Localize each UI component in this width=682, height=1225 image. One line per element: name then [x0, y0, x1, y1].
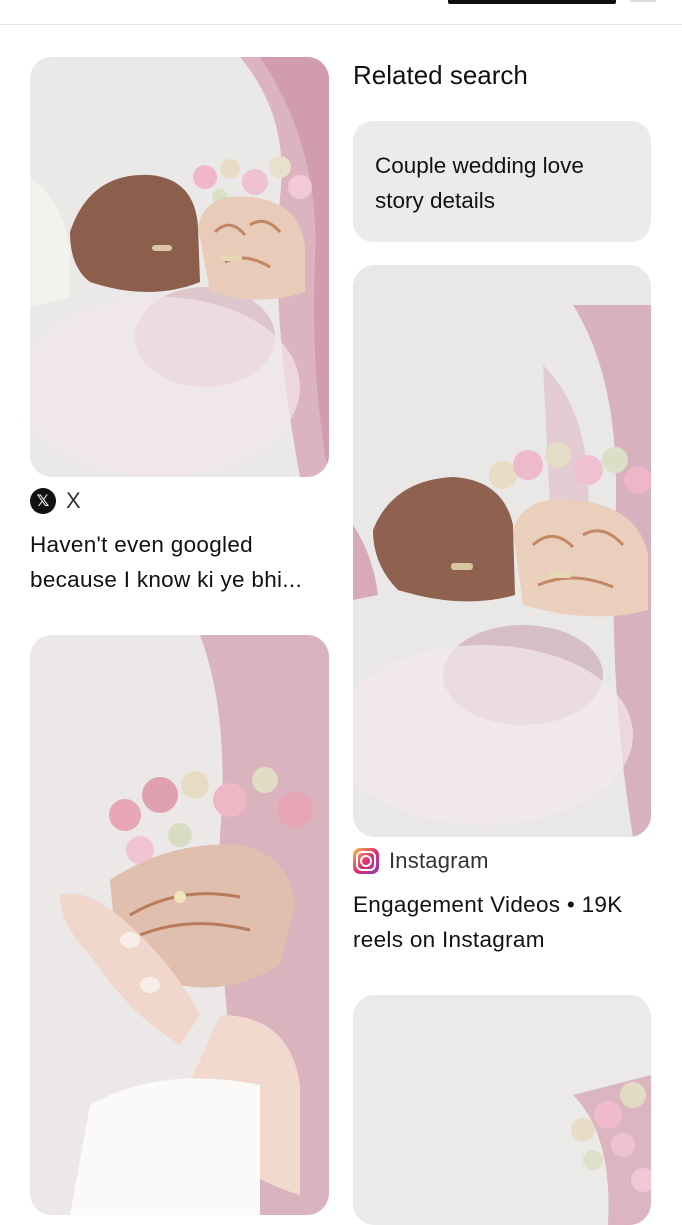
pin-source-instagram[interactable]: Instagram — [353, 848, 489, 874]
pin-image-holding-hands[interactable] — [30, 635, 329, 1215]
active-tab-indicator — [448, 0, 616, 4]
caption-line: Engagement Videos • 19K — [353, 892, 623, 917]
flowers-veil-photo-icon — [353, 995, 651, 1225]
pin-image-flowers-veil[interactable] — [353, 995, 651, 1225]
related-search-text: Couple wedding love story details — [375, 153, 584, 213]
rings-fists-photo-icon — [353, 265, 651, 837]
header-divider — [0, 24, 682, 25]
source-name: Instagram — [389, 848, 489, 873]
pin-caption[interactable]: Haven't even googled because I know ki y… — [30, 527, 330, 597]
holding-hands-ring-photo-icon — [30, 635, 329, 1215]
instagram-logo-icon — [353, 848, 379, 874]
pin-image-rings-fists-large[interactable] — [353, 265, 651, 837]
x-logo-icon: 𝕏 — [30, 488, 56, 514]
pin-image-rings-fists[interactable] — [30, 57, 329, 477]
pin-caption[interactable]: Engagement Videos • 19K reels on Instagr… — [353, 887, 653, 957]
caption-line: Haven't even googled — [30, 532, 253, 557]
caption-line: because I know ki ye bhi... — [30, 567, 302, 592]
header-edge — [630, 0, 656, 2]
related-search-heading: Related search — [353, 60, 528, 90]
rings-fists-photo-icon — [30, 57, 329, 477]
related-search-card[interactable]: Couple wedding love story details — [353, 121, 651, 242]
caption-line: reels on Instagram — [353, 927, 545, 952]
pin-source-x[interactable]: 𝕏 X — [30, 488, 81, 514]
source-name: X — [66, 488, 81, 513]
